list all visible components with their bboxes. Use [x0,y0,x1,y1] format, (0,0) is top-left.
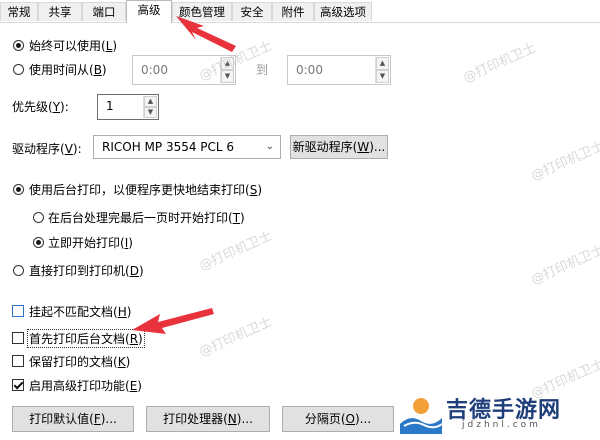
to-time-field[interactable]: 0:00 ▲ ▼ [287,55,391,85]
arrow-annotation-icon [176,16,236,52]
start-after-last-page-label[interactable]: 在后台处理完最后一页时开始打印(T) [48,209,245,226]
always-available-radio[interactable] [13,40,24,51]
separator-page-button[interactable]: 分隔页(O)... [282,406,394,432]
tab-label: 端口 [92,5,116,19]
priority-value: 1 [106,99,114,113]
logo-url: jdzhnl.com [462,420,541,430]
chevron-down-icon: ⌄ [265,141,274,152]
priority-label: 优先级(Y): [12,100,69,114]
start-after-last-page-radio[interactable] [33,212,44,223]
hold-mismatched-checkbox[interactable] [12,305,24,317]
keep-printed-checkbox[interactable] [12,355,24,367]
spool-label[interactable]: 使用后台打印，以便程序更快地结束打印(S) [29,181,262,198]
keep-printed-label[interactable]: 保留打印的文档(K) [29,353,130,370]
tab-label: 附件 [281,5,305,19]
priority-spinner[interactable]: ▲ ▼ [143,96,157,118]
available-from-radio[interactable] [13,64,24,75]
print-spooled-first-checkbox[interactable] [12,332,24,344]
from-time-value: 0:00 [141,63,168,77]
print-processor-button[interactable]: 打印处理器(N)... [146,406,270,432]
to-time-value: 0:00 [296,63,323,77]
tab-bar: 常规 共享 端口 高级 颜色管理 安全 附件 高级选项 [0,0,600,23]
to-time-spinner[interactable]: ▲ ▼ [375,57,389,83]
always-available-label[interactable]: 始终可以使用(L) [29,37,117,54]
print-direct-label[interactable]: 直接打印到打印机(D) [29,262,144,279]
start-immediately-label[interactable]: 立即开始打印(I) [48,234,133,251]
advanced-features-checkbox[interactable] [12,379,24,391]
priority-field[interactable]: 1 ▲ ▼ [97,94,159,120]
watermark: @打印机卫士 [461,40,539,87]
driver-select[interactable]: RICOH MP 3554 PCL 6 ⌄ [93,135,281,159]
tab-label: 高级 [137,3,161,17]
print-direct-radio[interactable] [13,265,24,276]
spin-up-icon[interactable]: ▲ [144,96,157,107]
watermark: @打印机卫士 [529,242,600,289]
new-driver-button[interactable]: 新驱动程序(W)... [290,135,388,159]
spin-down-icon[interactable]: ▼ [144,107,157,118]
start-immediately-radio[interactable] [33,237,44,248]
tab-ports[interactable]: 端口 [82,2,126,21]
tab-advanced-options[interactable]: 高级选项 [314,2,372,21]
tab-label: 安全 [240,5,264,19]
printing-defaults-button[interactable]: 打印默认值(F)... [12,406,134,432]
arrow-annotation-icon [132,308,214,334]
tab-label: 常规 [7,5,31,19]
tab-attachments[interactable]: 附件 [272,2,314,21]
advanced-features-label[interactable]: 启用高级打印功能(E) [29,377,142,394]
tab-sharing[interactable]: 共享 [38,2,82,21]
spin-up-icon[interactable]: ▲ [376,57,389,70]
tab-general[interactable]: 常规 [0,2,38,21]
tab-label: 高级选项 [320,5,366,19]
driver-value: RICOH MP 3554 PCL 6 [102,140,235,154]
watermark: @打印机卫士 [197,228,275,275]
tab-label: 共享 [48,5,72,19]
driver-label: 驱动程序(V): [12,142,82,156]
watermark: @打印机卫士 [529,138,600,185]
spool-radio[interactable] [13,184,24,195]
to-label: 到 [256,63,269,77]
wave-logo-icon [400,398,443,434]
tab-advanced[interactable]: 高级 [126,0,172,23]
available-from-label[interactable]: 使用时间从(B) [29,61,107,78]
spin-down-icon[interactable]: ▼ [376,70,389,83]
hold-mismatched-label[interactable]: 挂起不匹配文档(H) [29,303,131,320]
